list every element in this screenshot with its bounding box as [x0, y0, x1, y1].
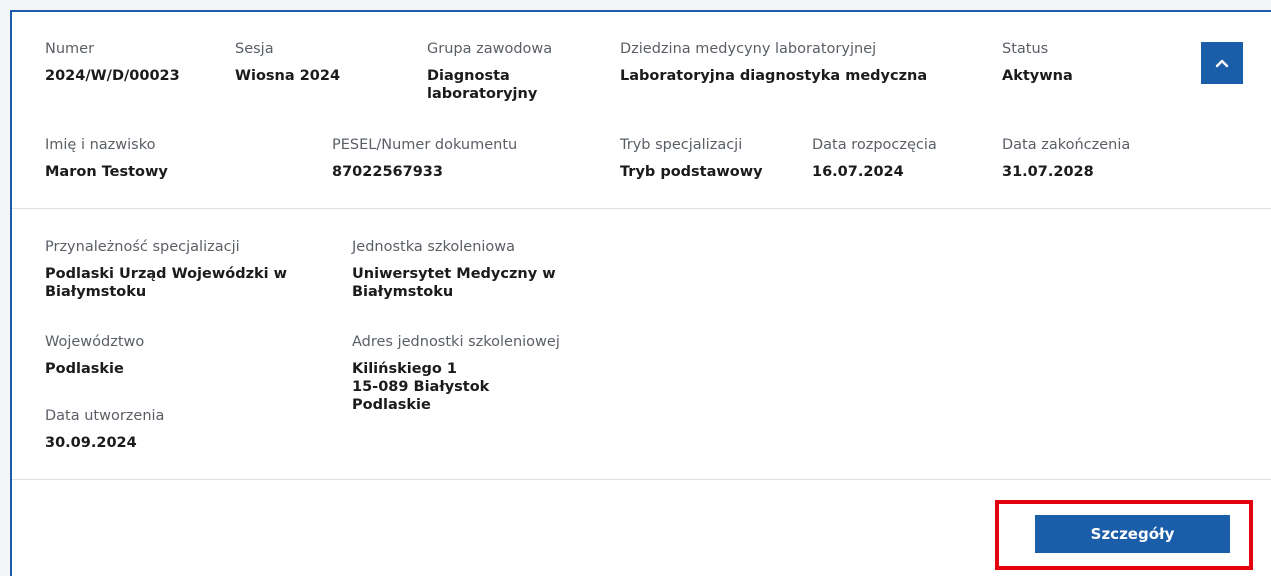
label-wojewodztwo: Województwo — [45, 334, 145, 350]
details-button[interactable]: Szczegóły — [1035, 515, 1230, 553]
value-pesel: 87022567933 — [332, 164, 443, 180]
label-data-rozpoczecia: Data rozpoczęcia — [812, 137, 937, 153]
field-data-rozpoczecia: Data rozpoczęcia 16.07.2024 — [812, 136, 937, 181]
field-grupa-zawodowa: Grupa zawodowa Diagnosta laboratoryjny — [427, 40, 552, 103]
value-data-rozpoczecia: 16.07.2024 — [812, 164, 904, 180]
footer-divider — [12, 479, 1271, 480]
value-przynaleznosc: Podlaski Urząd Wojewódzki w Białymstoku — [45, 266, 288, 300]
field-sesja: Sesja Wiosna 2024 — [235, 40, 340, 85]
label-data-utworzenia: Data utworzenia — [45, 408, 165, 424]
value-grupa-zawodowa: Diagnosta laboratoryjny — [427, 68, 538, 102]
value-dziedzina: Laboratoryjna diagnostyka medyczna — [620, 68, 928, 84]
label-status: Status — [1002, 41, 1049, 57]
value-data-zakonczenia: 31.07.2028 — [1002, 164, 1094, 180]
field-dziedzina: Dziedzina medycyny laboratoryjnej Labora… — [620, 40, 927, 85]
label-imie-nazwisko: Imię i nazwisko — [45, 137, 156, 153]
label-przynaleznosc: Przynależność specjalizacji — [45, 239, 240, 255]
field-pesel: PESEL/Numer dokumentu 87022567933 — [332, 136, 517, 181]
chevron-up-icon — [1215, 59, 1229, 68]
field-numer: Numer 2024/W/D/00023 — [45, 40, 180, 85]
label-grupa-zawodowa: Grupa zawodowa — [427, 41, 553, 57]
value-tryb-specjalizacji: Tryb podstawowy — [620, 164, 763, 180]
field-imie-nazwisko: Imię i nazwisko Maron Testowy — [45, 136, 168, 181]
field-wojewodztwo: Województwo Podlaskie — [45, 333, 144, 378]
label-data-zakonczenia: Data zakończenia — [1002, 137, 1131, 153]
value-numer: 2024/W/D/00023 — [45, 68, 180, 84]
field-data-zakonczenia: Data zakończenia 31.07.2028 — [1002, 136, 1130, 181]
specialization-card: Numer 2024/W/D/00023 Sesja Wiosna 2024 G… — [10, 10, 1271, 576]
field-adres-jednostki: Adres jednostki szkoleniowej Kilińskiego… — [352, 333, 560, 414]
value-wojewodztwo: Podlaskie — [45, 361, 124, 377]
value-imie-nazwisko: Maron Testowy — [45, 164, 168, 180]
field-data-utworzenia: Data utworzenia 30.09.2024 — [45, 407, 164, 452]
value-status: Aktywna — [1002, 68, 1073, 84]
label-jednostka-szkoleniowa: Jednostka szkoleniowa — [352, 239, 516, 255]
value-jednostka-szkoleniowa: Uniwersytet Medyczny w Białymstoku — [352, 266, 556, 300]
section-divider — [12, 208, 1271, 209]
label-sesja: Sesja — [235, 41, 274, 57]
label-dziedzina: Dziedzina medycyny laboratoryjnej — [620, 41, 877, 57]
collapse-button[interactable] — [1201, 42, 1243, 84]
label-adres-jednostki: Adres jednostki szkoleniowej — [352, 334, 560, 350]
field-status: Status Aktywna — [1002, 40, 1073, 85]
label-tryb-specjalizacji: Tryb specjalizacji — [620, 137, 743, 153]
label-pesel: PESEL/Numer dokumentu — [332, 137, 518, 153]
label-numer: Numer — [45, 41, 95, 57]
page: Numer 2024/W/D/00023 Sesja Wiosna 2024 G… — [0, 0, 1271, 576]
value-adres-jednostki: Kilińskiego 1 15-089 Białystok Podlaskie — [352, 361, 490, 413]
field-jednostka-szkoleniowa: Jednostka szkoleniowa Uniwersytet Medycz… — [352, 238, 556, 301]
value-data-utworzenia: 30.09.2024 — [45, 435, 137, 451]
value-sesja: Wiosna 2024 — [235, 68, 341, 84]
field-tryb-specjalizacji: Tryb specjalizacji Tryb podstawowy — [620, 136, 763, 181]
field-przynaleznosc: Przynależność specjalizacji Podlaski Urz… — [45, 238, 287, 301]
